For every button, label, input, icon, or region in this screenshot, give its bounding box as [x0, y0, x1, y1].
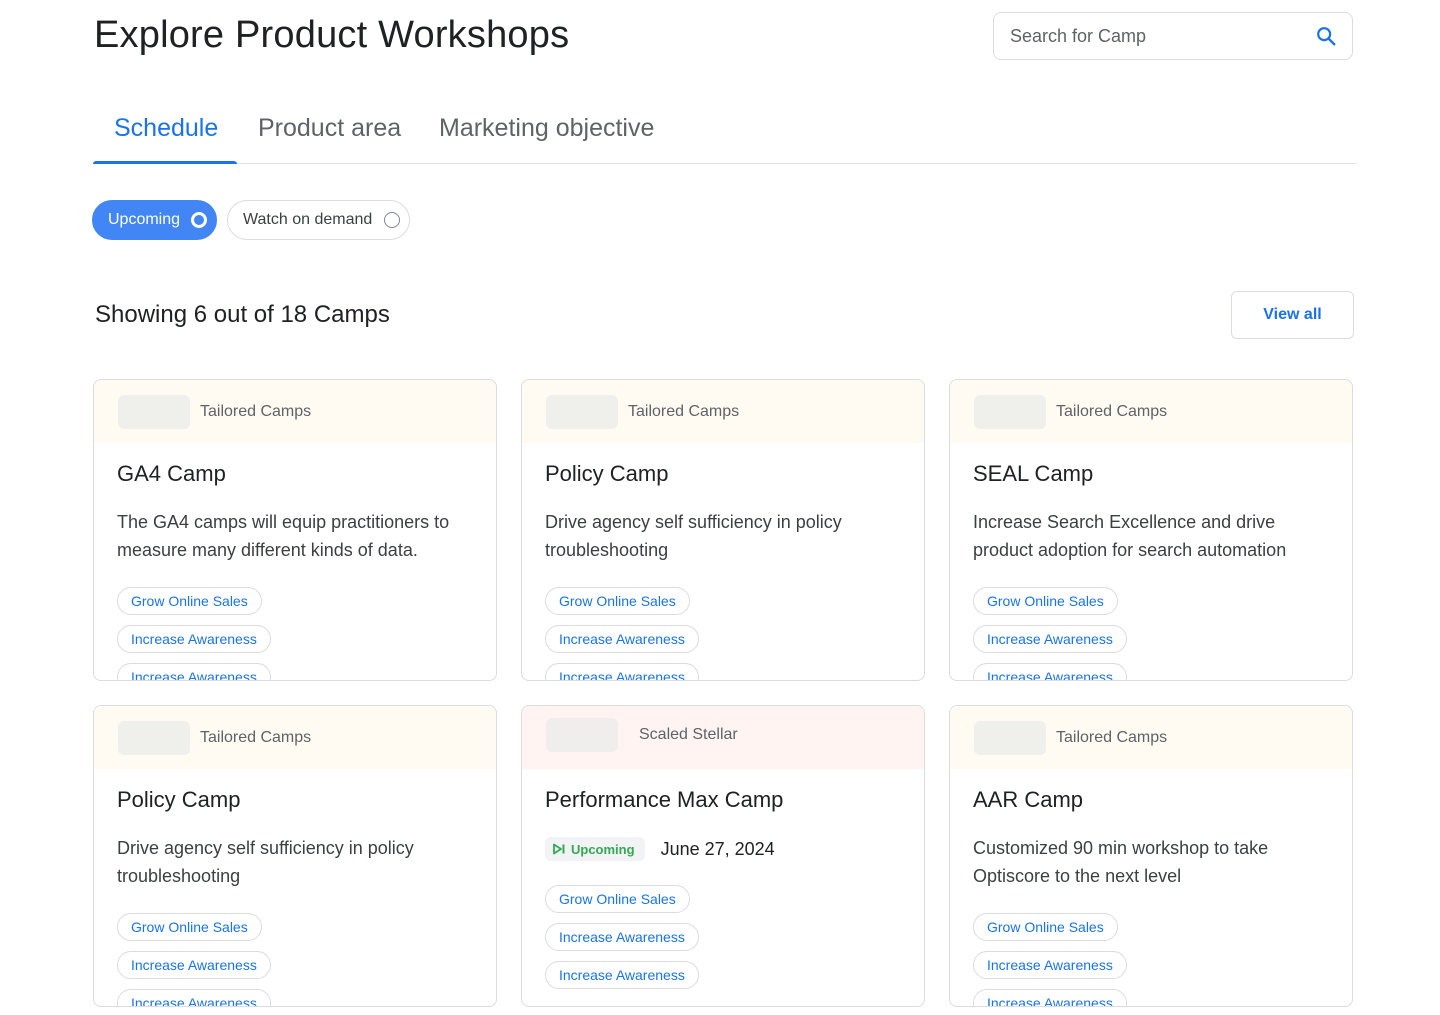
tag-chip[interactable]: Increase Awareness — [117, 951, 271, 979]
status-label: Upcoming — [571, 841, 635, 857]
card-header: Scaled Stellar — [522, 706, 924, 769]
tag-chip[interactable]: Increase Awareness — [117, 663, 271, 680]
card-header: Tailored Camps — [950, 380, 1352, 443]
camp-card[interactable]: Tailored Camps AAR Camp Customized 90 mi… — [949, 705, 1353, 1007]
card-title: Policy Camp — [545, 461, 669, 486]
card-thumbnail — [546, 717, 618, 752]
tag-chip[interactable]: Increase Awareness — [973, 989, 1127, 1006]
event-date: June 27, 2024 — [660, 838, 775, 859]
card-category: Tailored Camps — [200, 728, 312, 746]
card-description: Drive agency self sufficiency in policy … — [117, 838, 414, 886]
card-tags: Grow Online Sales Increase Awareness Inc… — [973, 913, 1127, 1006]
tag-chip[interactable]: Grow Online Sales — [973, 913, 1118, 941]
card-tags: Grow Online Sales Increase Awareness Inc… — [117, 913, 271, 1006]
card-description: Increase Search Excellence and drive pro… — [973, 512, 1287, 560]
radio-selected-icon — [191, 212, 207, 228]
tab-product-area[interactable]: Product area — [258, 114, 401, 143]
tag-chip[interactable]: Increase Awareness — [117, 989, 271, 1006]
tab-bar: Schedule Product area Marketing objectiv… — [93, 100, 1357, 164]
view-all-button[interactable]: View all — [1231, 291, 1354, 339]
camp-card[interactable]: Scaled Stellar Performance Max Camp Upco… — [521, 705, 925, 1007]
card-category: Tailored Camps — [1056, 728, 1168, 746]
search-input[interactable] — [1010, 25, 1314, 47]
tag-chip[interactable]: Increase Awareness — [973, 951, 1127, 979]
status-badge: Upcoming — [545, 837, 645, 861]
card-category: Tailored Camps — [200, 402, 312, 420]
card-thumbnail — [118, 720, 190, 755]
results-count: Showing 6 out of 18 Camps — [95, 301, 390, 328]
tag-chip[interactable]: Increase Awareness — [545, 663, 699, 680]
card-thumbnail — [118, 394, 190, 429]
card-status-row: Upcoming June 27, 2024 — [545, 837, 775, 861]
card-header: Tailored Camps — [950, 706, 1352, 769]
camp-card[interactable]: Tailored Camps GA4 Camp The GA4 camps wi… — [93, 379, 497, 681]
tag-chip[interactable]: Grow Online Sales — [545, 885, 690, 913]
tab-active-indicator — [93, 161, 237, 164]
card-title: Performance Max Camp — [545, 787, 784, 812]
card-tags: Grow Online Sales Increase Awareness Inc… — [973, 587, 1127, 680]
filter-watch-on-demand[interactable]: Watch on demand — [227, 200, 410, 240]
card-title: AAR Camp — [973, 787, 1084, 812]
radio-unselected-icon — [384, 212, 400, 228]
page-title: Explore Product Workshops — [94, 14, 570, 56]
tag-chip[interactable]: Increase Awareness — [545, 923, 699, 951]
card-thumbnail — [974, 720, 1046, 755]
card-category: Tailored Camps — [1056, 402, 1168, 420]
card-title: SEAL Camp — [973, 461, 1094, 486]
play-skip-icon — [553, 843, 565, 855]
camp-card[interactable]: Tailored Camps Policy Camp Drive agency … — [93, 705, 497, 1007]
tag-chip[interactable]: Grow Online Sales — [545, 587, 690, 615]
card-tags: Grow Online Sales Increase Awareness Inc… — [545, 885, 699, 999]
card-category: Scaled Stellar — [639, 725, 738, 743]
tab-schedule[interactable]: Schedule — [114, 114, 218, 143]
filter-on-demand-label: Watch on demand — [243, 211, 373, 228]
filter-upcoming-label: Upcoming — [108, 211, 181, 228]
card-description: The GA4 camps will equip practitioners t… — [117, 512, 450, 560]
card-title: GA4 Camp — [117, 461, 226, 486]
card-tags: Grow Online Sales Increase Awareness Inc… — [117, 587, 271, 680]
card-category: Tailored Camps — [628, 402, 740, 420]
camp-card[interactable]: Tailored Camps Policy Camp Drive agency … — [521, 379, 925, 681]
search-box[interactable] — [993, 12, 1353, 60]
card-header: Tailored Camps — [522, 380, 924, 443]
card-thumbnail — [974, 394, 1046, 429]
camp-card[interactable]: Tailored Camps SEAL Camp Increase Search… — [949, 379, 1353, 681]
card-header: Tailored Camps — [94, 706, 496, 769]
filter-upcoming[interactable]: Upcoming — [92, 200, 217, 240]
tag-chip[interactable]: Increase Awareness — [973, 663, 1127, 680]
tag-chip[interactable]: Grow Online Sales — [117, 587, 262, 615]
tab-marketing-objective[interactable]: Marketing objective — [439, 114, 654, 143]
card-description: Drive agency self sufficiency in policy … — [545, 512, 842, 560]
tag-chip[interactable]: Increase Awareness — [545, 961, 699, 989]
tag-chip[interactable]: Increase Awareness — [545, 625, 699, 653]
search-icon[interactable] — [1314, 24, 1338, 48]
card-thumbnail — [546, 394, 618, 429]
tag-chip[interactable]: Increase Awareness — [117, 625, 271, 653]
tag-chip[interactable]: Increase Awareness — [973, 625, 1127, 653]
card-description: Customized 90 min workshop to take Optis… — [973, 838, 1269, 886]
tag-chip[interactable]: Grow Online Sales — [973, 587, 1118, 615]
tag-chip[interactable]: Grow Online Sales — [117, 913, 262, 941]
card-title: Policy Camp — [117, 787, 241, 812]
card-header: Tailored Camps — [94, 380, 496, 443]
card-tags: Grow Online Sales Increase Awareness Inc… — [545, 587, 699, 680]
